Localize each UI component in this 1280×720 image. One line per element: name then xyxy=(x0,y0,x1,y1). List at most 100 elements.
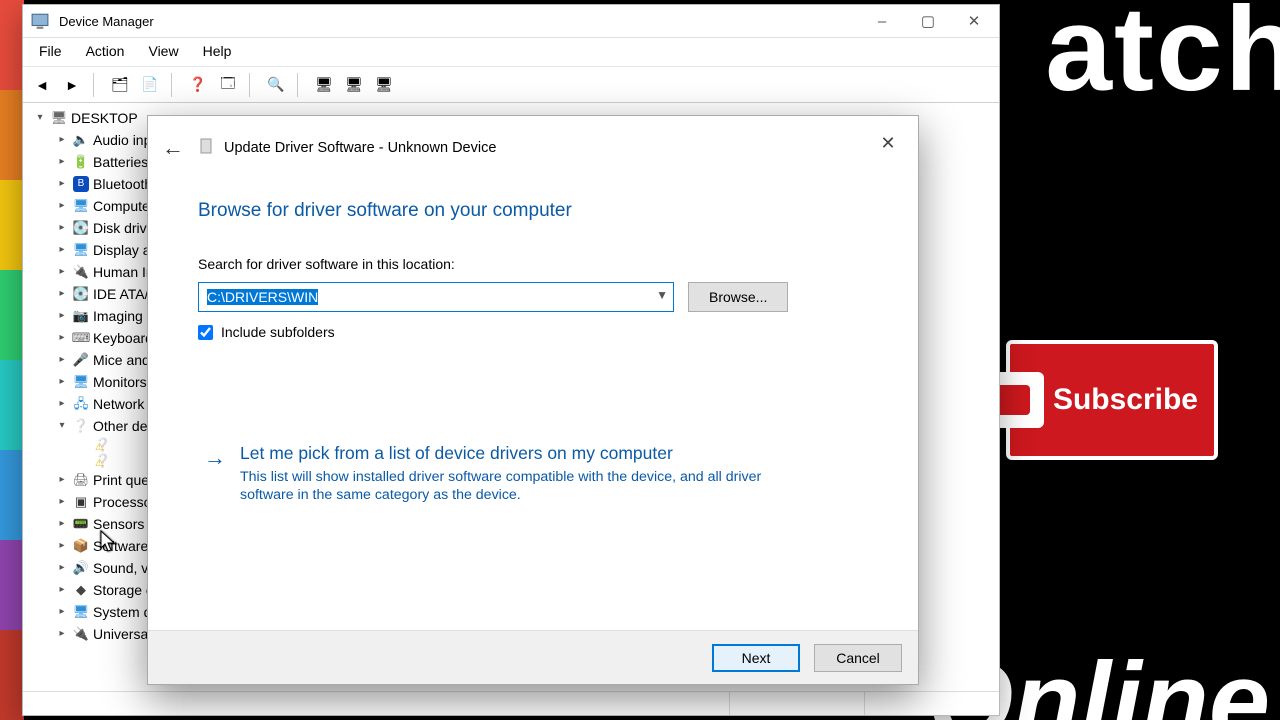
maximize-button[interactable]: ▢ xyxy=(905,6,951,36)
chevron-icon[interactable]: ▸ xyxy=(55,371,69,393)
chevron-icon[interactable]: ▾ xyxy=(55,415,69,437)
bluetooth-icon: B xyxy=(73,176,89,192)
wizard-back-button[interactable]: ← xyxy=(162,135,184,161)
drive-icon: 💽 xyxy=(73,286,89,302)
chevron-icon[interactable]: ▸ xyxy=(55,261,69,283)
tree-node-label: Batteries xyxy=(93,151,148,173)
path-combobox[interactable]: ▼ xyxy=(198,282,674,312)
pick-from-list-desc: This list will show installed driver sof… xyxy=(240,468,800,505)
device-icon xyxy=(198,138,214,158)
tree-root-label: DESKTOP xyxy=(71,107,138,129)
next-button[interactable]: Next xyxy=(712,644,800,672)
disable-icon[interactable]: 🖥 xyxy=(371,72,397,98)
chevron-icon[interactable]: ▸ xyxy=(55,217,69,239)
display-icon: 🖥 xyxy=(73,242,89,258)
uninstall-icon[interactable]: 🖥 xyxy=(341,72,367,98)
show-hide-tree-icon[interactable]: 🗂 xyxy=(107,72,133,98)
system-icon: 🖥 xyxy=(73,604,89,620)
cancel-button[interactable]: Cancel xyxy=(814,644,902,672)
nav-forward-icon[interactable]: ► xyxy=(59,72,85,98)
titlebar[interactable]: Device Manager – ▢ ✕ xyxy=(23,5,999,37)
drive-icon: 💽 xyxy=(73,220,89,236)
chevron-down-icon[interactable]: ▾ xyxy=(33,107,47,129)
app-icon xyxy=(31,12,49,30)
storage-icon: ◆ xyxy=(73,582,89,598)
menu-view[interactable]: View xyxy=(136,38,190,66)
chevron-icon[interactable]: ▸ xyxy=(55,283,69,305)
printer-icon: 🖨 xyxy=(73,472,89,488)
window-title: Device Manager xyxy=(59,14,154,29)
chevron-icon[interactable]: ▸ xyxy=(55,327,69,349)
tree-node-label: Computer xyxy=(93,195,154,217)
include-subfolders-label: Include subfolders xyxy=(221,324,335,340)
tree-node-label: Bluetooth xyxy=(93,173,152,195)
wizard-title: Update Driver Software - Unknown Device xyxy=(224,140,496,156)
pick-from-list-title: Let me pick from a list of device driver… xyxy=(240,443,800,464)
browse-button[interactable]: Browse... xyxy=(688,282,788,312)
search-location-label: Search for driver software in this locat… xyxy=(198,256,868,272)
software-icon: 📦 xyxy=(73,538,89,554)
chevron-icon[interactable]: ▸ xyxy=(55,239,69,261)
battery-icon: 🔋 xyxy=(73,154,89,170)
usb-icon: 🔌 xyxy=(73,626,89,642)
toolbar: ◄ ► 🗂 📄 ❓ 🗔 🔍 🖥 🖥 🖥 xyxy=(23,67,999,103)
usb-icon: 🔌 xyxy=(73,264,89,280)
chevron-icon[interactable]: ▸ xyxy=(55,129,69,151)
tree-node-label: Sensors xyxy=(93,513,144,535)
nav-back-icon[interactable]: ◄ xyxy=(29,72,55,98)
chevron-icon[interactable]: ▸ xyxy=(55,393,69,415)
chevron-icon[interactable]: ▸ xyxy=(55,513,69,535)
device-manager-window: Device Manager – ▢ ✕ File Action View He… xyxy=(22,4,1000,716)
chevron-icon[interactable]: ▸ xyxy=(55,173,69,195)
chevron-icon[interactable]: ▸ xyxy=(55,491,69,513)
chevron-icon[interactable]: ▸ xyxy=(55,195,69,217)
bg-rainbow-stripes xyxy=(0,0,24,720)
sensor-icon: 📟 xyxy=(73,516,89,532)
subscribe-label: Subscribe xyxy=(1053,383,1198,417)
unknown-warn-icon: ❔ xyxy=(95,453,111,469)
sound-icon: 🔊 xyxy=(73,560,89,576)
chevron-icon[interactable]: ▸ xyxy=(55,151,69,173)
pc-icon: 🖥 xyxy=(51,110,67,126)
chevron-icon[interactable]: ▸ xyxy=(55,623,69,645)
include-subfolders-row[interactable]: Include subfolders xyxy=(198,324,868,340)
help-icon[interactable]: ❓ xyxy=(185,72,211,98)
wizard-heading: Browse for driver software on your compu… xyxy=(198,200,868,222)
mic-icon: 🎤 xyxy=(73,352,89,368)
properties-icon[interactable]: 📄 xyxy=(137,72,163,98)
other-icon: ❔ xyxy=(73,418,89,434)
speaker-icon: 🔈 xyxy=(73,132,89,148)
monitor-icon: 🖥 xyxy=(73,374,89,390)
menu-file[interactable]: File xyxy=(27,38,74,66)
menubar: File Action View Help xyxy=(23,37,999,67)
chevron-icon[interactable]: ▸ xyxy=(55,305,69,327)
tree-node-label: Monitors xyxy=(93,371,147,393)
close-button[interactable]: ✕ xyxy=(951,6,997,36)
bg-text-top: atch xyxy=(1045,0,1280,118)
wizard-close-button[interactable]: ✕ xyxy=(872,127,904,159)
arrow-right-icon: → xyxy=(204,445,226,471)
subscribe-button[interactable]: Subscribe xyxy=(1006,340,1218,460)
menu-help[interactable]: Help xyxy=(191,38,244,66)
network-icon: 🖧 xyxy=(73,396,89,412)
print-icon[interactable]: 🗔 xyxy=(215,72,241,98)
chevron-icon[interactable]: ▸ xyxy=(55,349,69,371)
keyboard-icon: ⌨ xyxy=(73,330,89,346)
scan-hardware-icon[interactable]: 🔍 xyxy=(263,72,289,98)
chevron-icon[interactable]: ▸ xyxy=(55,557,69,579)
chevron-icon[interactable]: ▸ xyxy=(55,579,69,601)
path-input[interactable] xyxy=(198,282,674,312)
monitor-icon: 🖥 xyxy=(73,198,89,214)
include-subfolders-checkbox[interactable] xyxy=(198,325,213,340)
chevron-icon[interactable]: ▸ xyxy=(55,535,69,557)
minimize-button[interactable]: – xyxy=(859,6,905,36)
pick-from-list-option[interactable]: → Let me pick from a list of device driv… xyxy=(198,430,838,517)
chevron-icon[interactable]: ▸ xyxy=(55,469,69,491)
update-driver-icon[interactable]: 🖥 xyxy=(311,72,337,98)
menu-action[interactable]: Action xyxy=(74,38,137,66)
chevron-icon[interactable]: ▸ xyxy=(55,601,69,623)
camera-icon: 📷 xyxy=(73,308,89,324)
cpu-icon: ▣ xyxy=(73,494,89,510)
statusbar xyxy=(23,691,999,715)
update-driver-wizard: ← Update Driver Software - Unknown Devic… xyxy=(147,115,919,685)
